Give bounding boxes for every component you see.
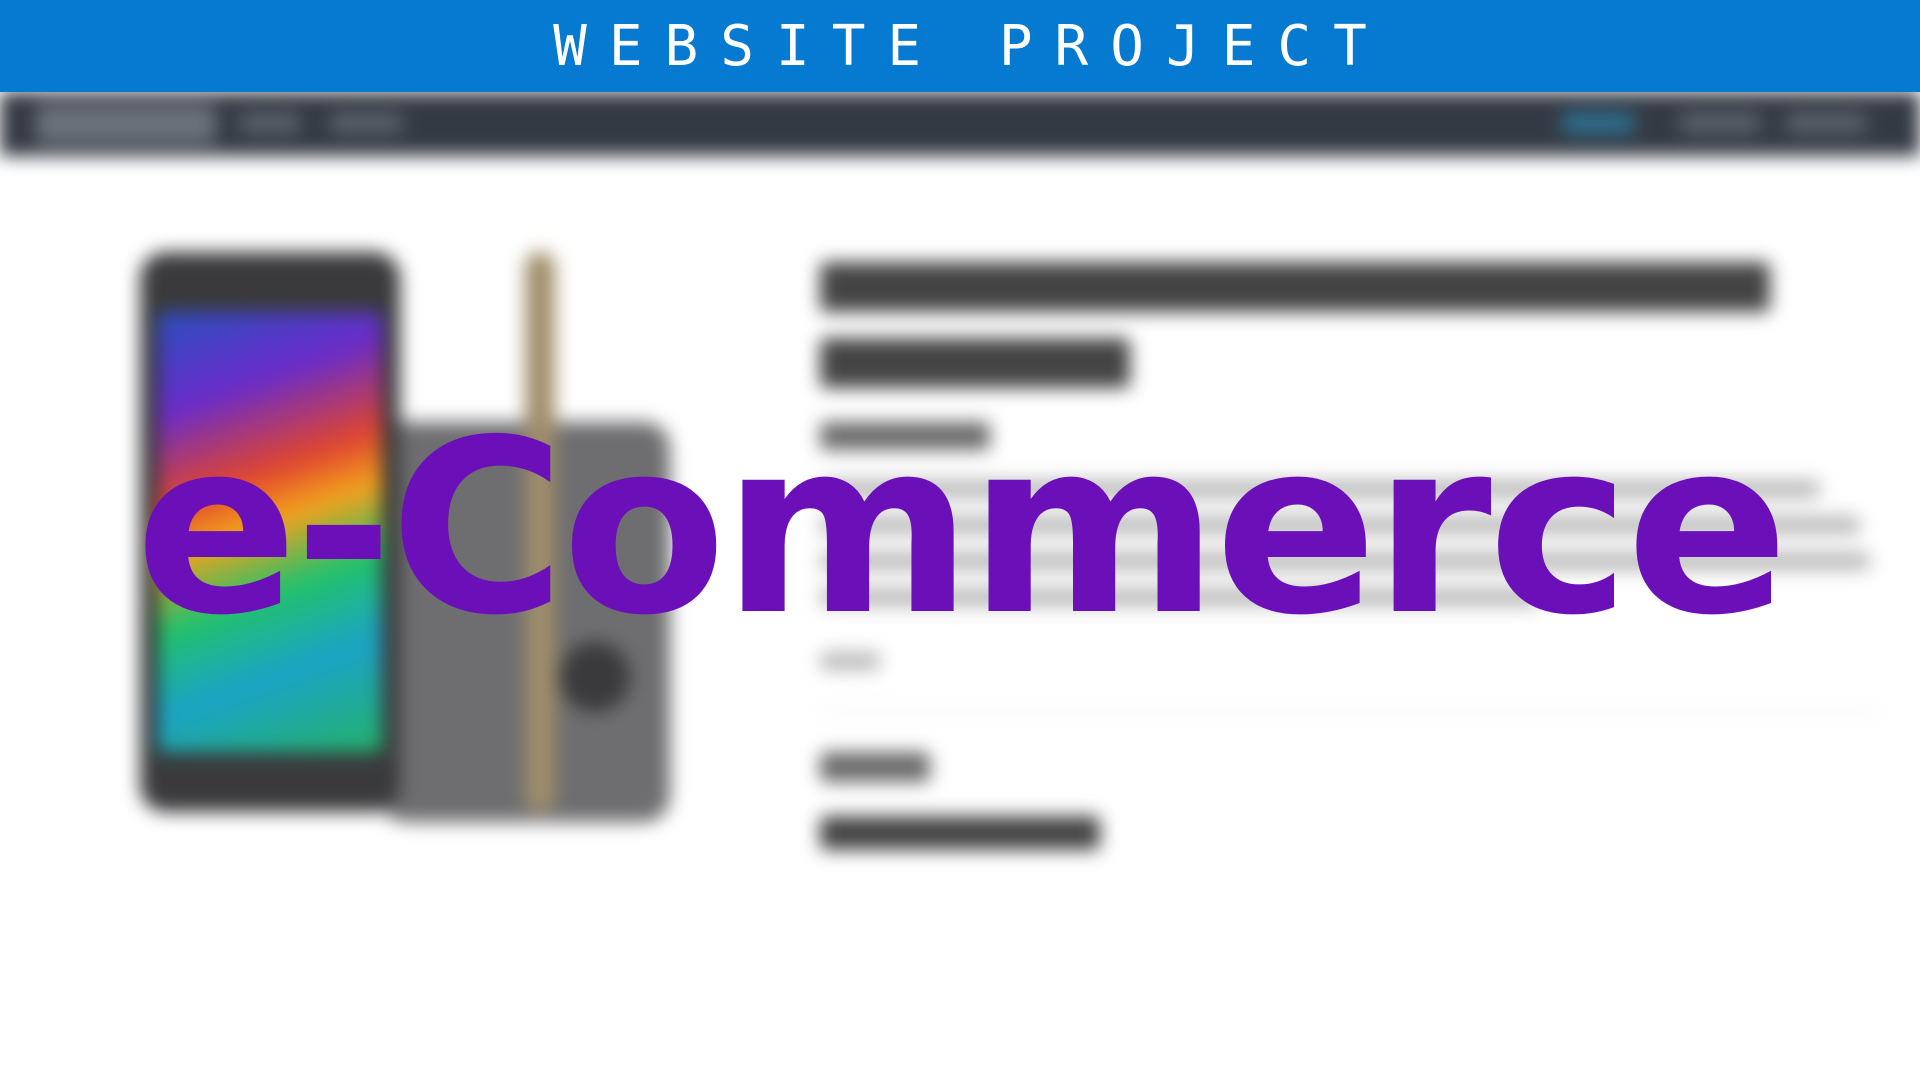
- banner-title: WEBSITE PROJECT: [553, 13, 1389, 79]
- nav-link: [330, 112, 402, 134]
- nav-link: [1786, 112, 1866, 134]
- navbar-brand: [36, 104, 216, 144]
- navbar: [0, 92, 1920, 156]
- product-price: [820, 816, 1100, 850]
- divider: [820, 710, 1880, 712]
- headline: e-Commerce: [135, 388, 1789, 668]
- nav-link-active: [1562, 112, 1634, 134]
- thumbnail: WEBSITE PROJECT e-Commerce: [0, 0, 1920, 1080]
- product-title-line-2: [820, 338, 1130, 388]
- product-title-line-1: [820, 262, 1770, 312]
- top-banner: WEBSITE PROJECT: [0, 0, 1920, 92]
- product-rating: [820, 752, 930, 782]
- nav-link: [1680, 112, 1760, 134]
- nav-link: [240, 112, 300, 134]
